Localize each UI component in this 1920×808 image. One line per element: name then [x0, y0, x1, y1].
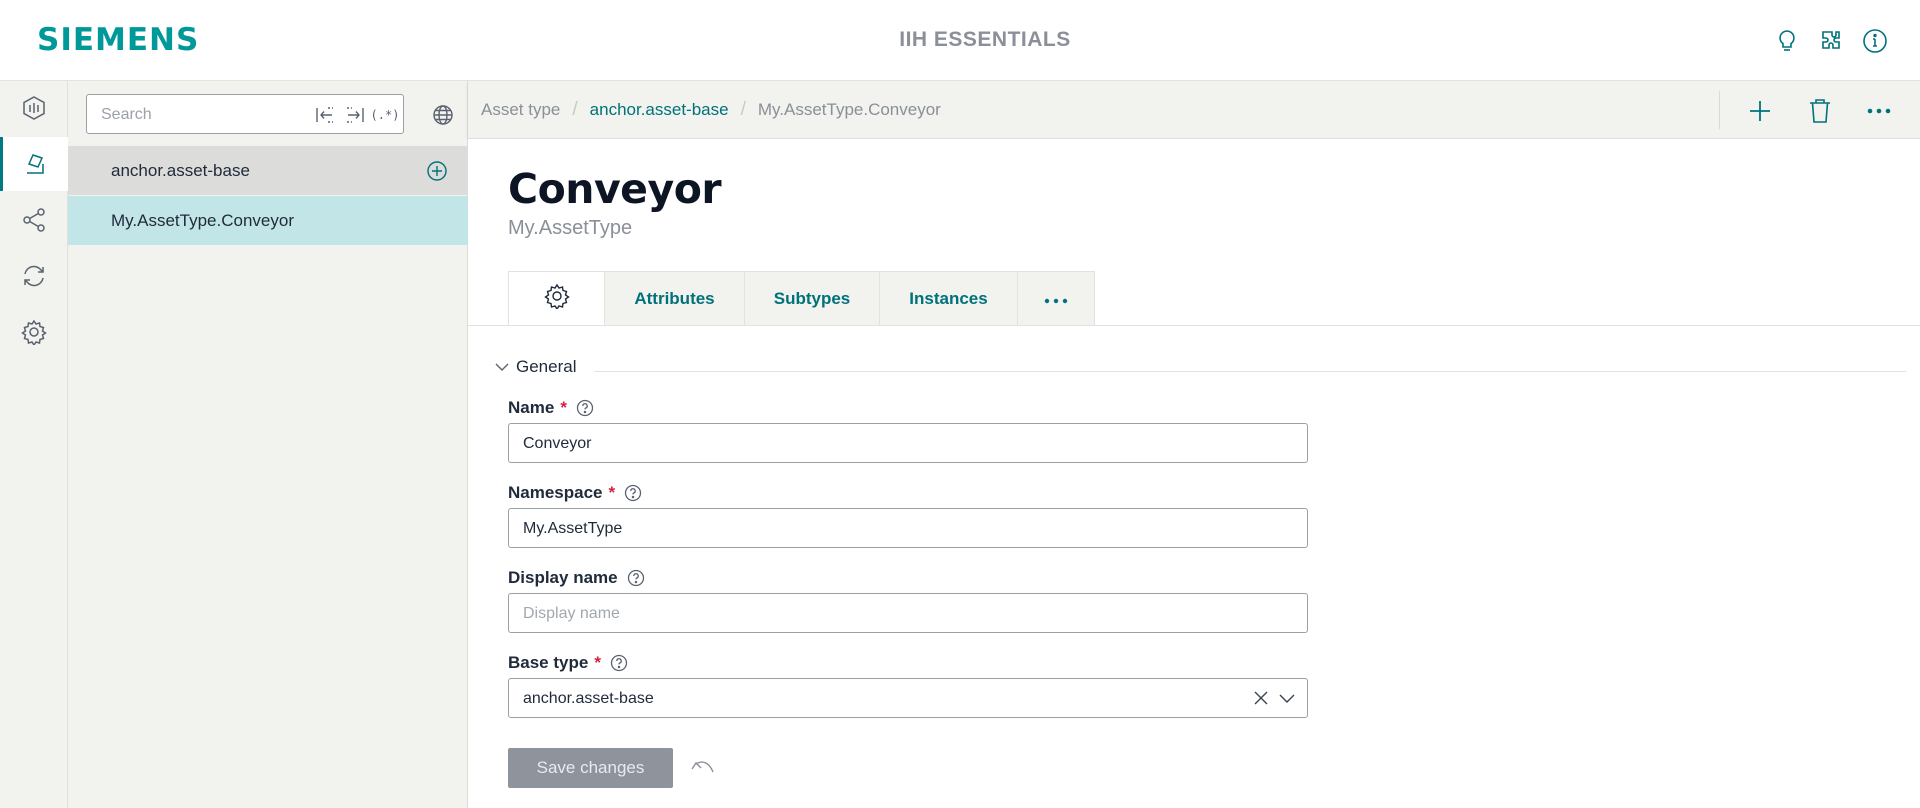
- name-label-row: Name *: [508, 398, 594, 418]
- toolbar-divider: [1719, 91, 1720, 129]
- base-type-label: Base type: [508, 653, 589, 672]
- asset-type-detail: Conveyor My.AssetType Attributes Subtype…: [468, 139, 1920, 808]
- breadcrumb-anchor-asset-base[interactable]: anchor.asset-base: [590, 100, 729, 120]
- display-name-label-row: Display name: [508, 568, 645, 588]
- tab-settings[interactable]: [508, 271, 605, 326]
- tab-attributes[interactable]: Attributes: [605, 271, 745, 326]
- help-icon[interactable]: [576, 399, 594, 417]
- app-header: SIEMENS IIH ESSENTIALS: [0, 0, 1920, 81]
- match-end-icon[interactable]: [343, 104, 367, 126]
- required-mark: *: [608, 483, 616, 502]
- base-type-input[interactable]: [523, 688, 1223, 710]
- tree-search: (.*): [86, 94, 473, 134]
- breadcrumb-asset-type[interactable]: Asset type: [481, 100, 560, 120]
- chevron-down-icon: [495, 362, 509, 372]
- search-tools: (.*): [313, 104, 400, 126]
- undo-icon[interactable]: [688, 752, 718, 782]
- required-mark: *: [560, 398, 567, 417]
- asset-type-tree: (.*) anchor.asset-base My.AssetType.Conv…: [68, 81, 468, 808]
- help-icon[interactable]: [627, 569, 645, 587]
- header-actions: [1770, 24, 1920, 60]
- search-field: (.*): [86, 94, 404, 134]
- base-type-label-row: Base type *: [508, 653, 628, 673]
- chevron-down-icon[interactable]: [1279, 692, 1295, 704]
- display-name-input[interactable]: [523, 603, 1223, 625]
- tab-more[interactable]: [1018, 271, 1095, 326]
- namespace-field: [508, 508, 1308, 548]
- search-input[interactable]: [101, 104, 301, 126]
- help-icon[interactable]: [624, 484, 642, 502]
- display-name-field: [508, 593, 1308, 633]
- detail-tabs: Attributes Subtypes Instances: [508, 271, 1095, 326]
- page-title: Conveyor: [508, 165, 722, 213]
- display-name-label: Display name: [508, 568, 618, 587]
- tree-item-conveyor[interactable]: My.AssetType.Conveyor: [68, 196, 468, 245]
- section-title: General: [516, 357, 577, 376]
- more-icon: [1044, 289, 1068, 309]
- app-title: IIH ESSENTIALS: [899, 28, 1071, 51]
- help-icon[interactable]: [610, 654, 628, 672]
- dashboard-icon[interactable]: [0, 81, 68, 135]
- info-icon[interactable]: [1858, 24, 1892, 58]
- gear-icon: [543, 283, 570, 314]
- clear-icon[interactable]: [1253, 690, 1269, 706]
- settings-icon[interactable]: [0, 305, 68, 359]
- breadcrumb: Asset type / anchor.asset-base / My.Asse…: [481, 81, 941, 139]
- name-input[interactable]: [523, 433, 1223, 455]
- breadcrumb-current: My.AssetType.Conveyor: [757, 100, 941, 119]
- breadcrumb-separator: /: [740, 99, 746, 120]
- namespace-label: Namespace: [508, 483, 603, 502]
- tabs-underline: [468, 325, 1920, 326]
- page-subtitle: My.AssetType: [508, 217, 633, 239]
- save-changes-button[interactable]: Save changes: [508, 748, 673, 788]
- regex-icon[interactable]: (.*): [370, 104, 400, 126]
- share-icon[interactable]: [0, 193, 68, 247]
- globe-icon[interactable]: [430, 102, 456, 128]
- tree-item-anchor-asset-base[interactable]: anchor.asset-base: [68, 146, 468, 195]
- delete-icon[interactable]: [1802, 93, 1838, 129]
- sync-icon[interactable]: [0, 249, 68, 303]
- plugin-icon[interactable]: [1814, 24, 1848, 58]
- navigation-rail: [0, 81, 68, 808]
- match-start-icon[interactable]: [313, 104, 337, 126]
- tab-instances[interactable]: Instances: [880, 271, 1018, 326]
- tab-subtypes[interactable]: Subtypes: [745, 271, 880, 326]
- regex-label: (.*): [370, 108, 400, 122]
- name-label: Name: [508, 398, 555, 417]
- add-subtype-icon[interactable]: [425, 159, 449, 183]
- more-options-icon[interactable]: [1861, 93, 1897, 129]
- tree-item-label: My.AssetType.Conveyor: [111, 210, 294, 230]
- content-toolbar: Asset type / anchor.asset-base / My.Asse…: [468, 81, 1920, 139]
- namespace-label-row: Namespace *: [508, 483, 642, 503]
- tree-item-label: anchor.asset-base: [111, 160, 250, 180]
- section-general-toggle[interactable]: General: [495, 357, 576, 377]
- base-type-select[interactable]: [508, 678, 1308, 718]
- namespace-input[interactable]: [523, 518, 1223, 540]
- asset-model-icon[interactable]: [0, 137, 68, 191]
- name-field: [508, 423, 1308, 463]
- add-icon[interactable]: [1742, 93, 1778, 129]
- select-actions: [1253, 690, 1295, 706]
- required-mark: *: [594, 653, 601, 672]
- lightbulb-icon[interactable]: [1770, 24, 1804, 58]
- breadcrumb-separator: /: [572, 99, 578, 120]
- section-divider: [594, 371, 1906, 372]
